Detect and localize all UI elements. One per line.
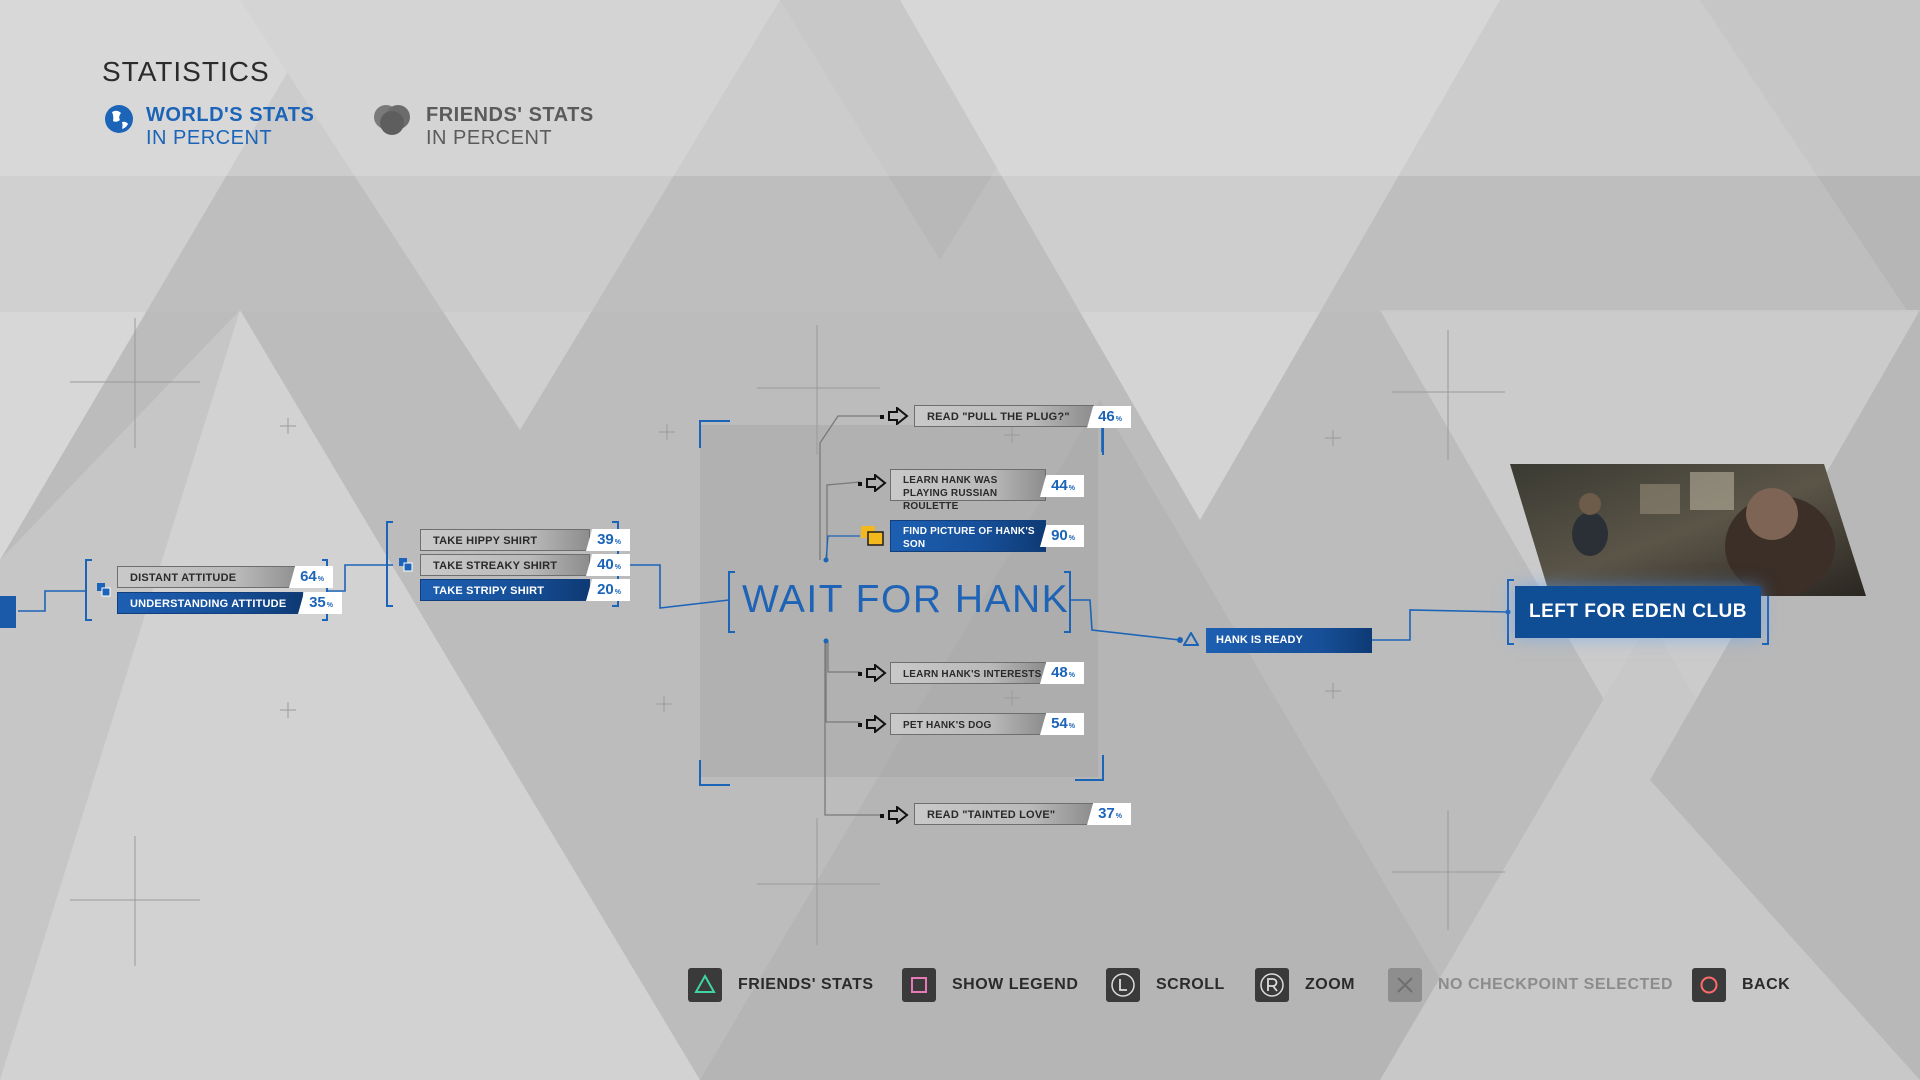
arrow-icon (858, 664, 887, 682)
percent-badge: 64% (289, 566, 333, 588)
button-label: BACK (1742, 976, 1791, 993)
friends-stats-label: FRIENDS' STATS (426, 104, 594, 126)
show-legend-button[interactable]: SHOW LEGEND (902, 968, 1078, 1002)
choice-label: TAKE HIPPY SHIRT (433, 535, 538, 547)
branch-label: LEARN HANK'S INTERESTS (903, 669, 1042, 680)
branch-pet-hanks-dog[interactable]: PET HANK'S DOG (890, 713, 1046, 735)
choice-label: TAKE STRIPY SHIRT (433, 585, 545, 597)
right-stick-icon (1255, 968, 1289, 1002)
cross-button-icon (1388, 968, 1422, 1002)
percent-badge: 54% (1040, 713, 1084, 735)
triangle-button-icon (688, 968, 722, 1002)
percent-badge: 39% (586, 529, 630, 551)
choice-take-streaky-shirt[interactable]: TAKE STREAKY SHIRT (420, 554, 590, 576)
branch-label: PET HANK'S DOG (903, 720, 992, 731)
branch-read-pull-the-plug[interactable]: READ "PULL THE PLUG?" (914, 405, 1094, 427)
branch-label: FIND PICTURE OF HANK'S SON (903, 526, 1035, 550)
choice-distant-attitude[interactable]: DISTANT ATTITUDE (117, 566, 303, 588)
choice-take-stripy-shirt[interactable]: TAKE STRIPY SHIRT (420, 579, 590, 601)
branch-read-tainted-love[interactable]: READ "TAINTED LOVE" (914, 803, 1094, 825)
outcome-left-for-eden-club[interactable]: LEFT FOR EDEN CLUB (1515, 586, 1761, 638)
choice-label: UNDERSTANDING ATTITUDE (130, 598, 287, 610)
lock-icon (97, 583, 111, 597)
arrow-icon (880, 407, 909, 425)
scene-thumbnail (1510, 464, 1866, 596)
no-checkpoint-button[interactable]: NO CHECKPOINT SELECTED (1388, 968, 1673, 1002)
arrow-icon (858, 474, 887, 492)
lock-icon (861, 526, 884, 546)
arrow-icon (858, 715, 887, 733)
zoom-button[interactable]: ZOOM (1255, 968, 1355, 1002)
page-title: STATISTICS (102, 56, 270, 87)
branch-learn-hank-russian-roulette[interactable]: LEARN HANK WAS PLAYING RUSSIAN ROULETTE (890, 469, 1046, 512)
percent-badge: 20% (586, 579, 630, 601)
button-label: ZOOM (1305, 976, 1355, 993)
percent-badge: 46% (1087, 406, 1131, 428)
button-label: NO CHECKPOINT SELECTED (1438, 976, 1674, 993)
percent-badge: 44% (1040, 475, 1084, 497)
branch-learn-hanks-interests[interactable]: LEARN HANK'S INTERESTS (890, 662, 1046, 684)
button-label: SHOW LEGEND (952, 976, 1079, 993)
arrow-icon (880, 806, 909, 824)
hank-is-ready-node[interactable]: HANK IS READY (1206, 628, 1372, 653)
percent-badge: 48% (1040, 662, 1084, 684)
button-label: SCROLL (1156, 976, 1225, 993)
worlds-stats-sub: IN PERCENT (146, 127, 273, 149)
choice-understanding-attitude[interactable]: UNDERSTANDING ATTITUDE (117, 592, 303, 614)
choice-label: TAKE STREAKY SHIRT (433, 560, 558, 572)
branch-label: READ "PULL THE PLUG?" (927, 411, 1070, 423)
button-label: FRIENDS' STATS (738, 976, 874, 993)
percent-badge: 37% (1087, 803, 1131, 825)
worlds-stats-tab[interactable]: WORLD'S STATS IN PERCENT (104, 104, 314, 150)
branch-find-picture-hanks-son[interactable]: FIND PICTURE OF HANK'S SON (890, 520, 1046, 552)
current-node-label[interactable]: WAIT FOR HANK (742, 578, 1069, 622)
percent-badge: 40% (586, 554, 630, 576)
circle-button-icon (1692, 968, 1726, 1002)
choice-label: DISTANT ATTITUDE (130, 572, 237, 584)
triangle-icon (1183, 632, 1199, 646)
percent-badge: 90% (1040, 525, 1084, 547)
choice-take-hippy-shirt[interactable]: TAKE HIPPY SHIRT (420, 529, 590, 551)
worlds-stats-label: WORLD'S STATS (146, 104, 315, 126)
friends-stats-button[interactable]: FRIENDS' STATS (688, 968, 874, 1002)
left-stick-icon (1106, 968, 1140, 1002)
square-button-icon (902, 968, 936, 1002)
friends-stats-sub: IN PERCENT (426, 127, 553, 149)
scroll-button[interactable]: SCROLL (1106, 968, 1225, 1002)
branch-label: READ "TAINTED LOVE" (927, 809, 1056, 821)
friends-stats-tab[interactable]: FRIENDS' STATS IN PERCENT (372, 104, 594, 150)
globe-icon (105, 105, 133, 133)
friends-icon (374, 105, 410, 135)
percent-badge: 35% (298, 592, 342, 614)
back-button[interactable]: BACK (1692, 968, 1790, 1002)
lock-icon (399, 558, 413, 572)
